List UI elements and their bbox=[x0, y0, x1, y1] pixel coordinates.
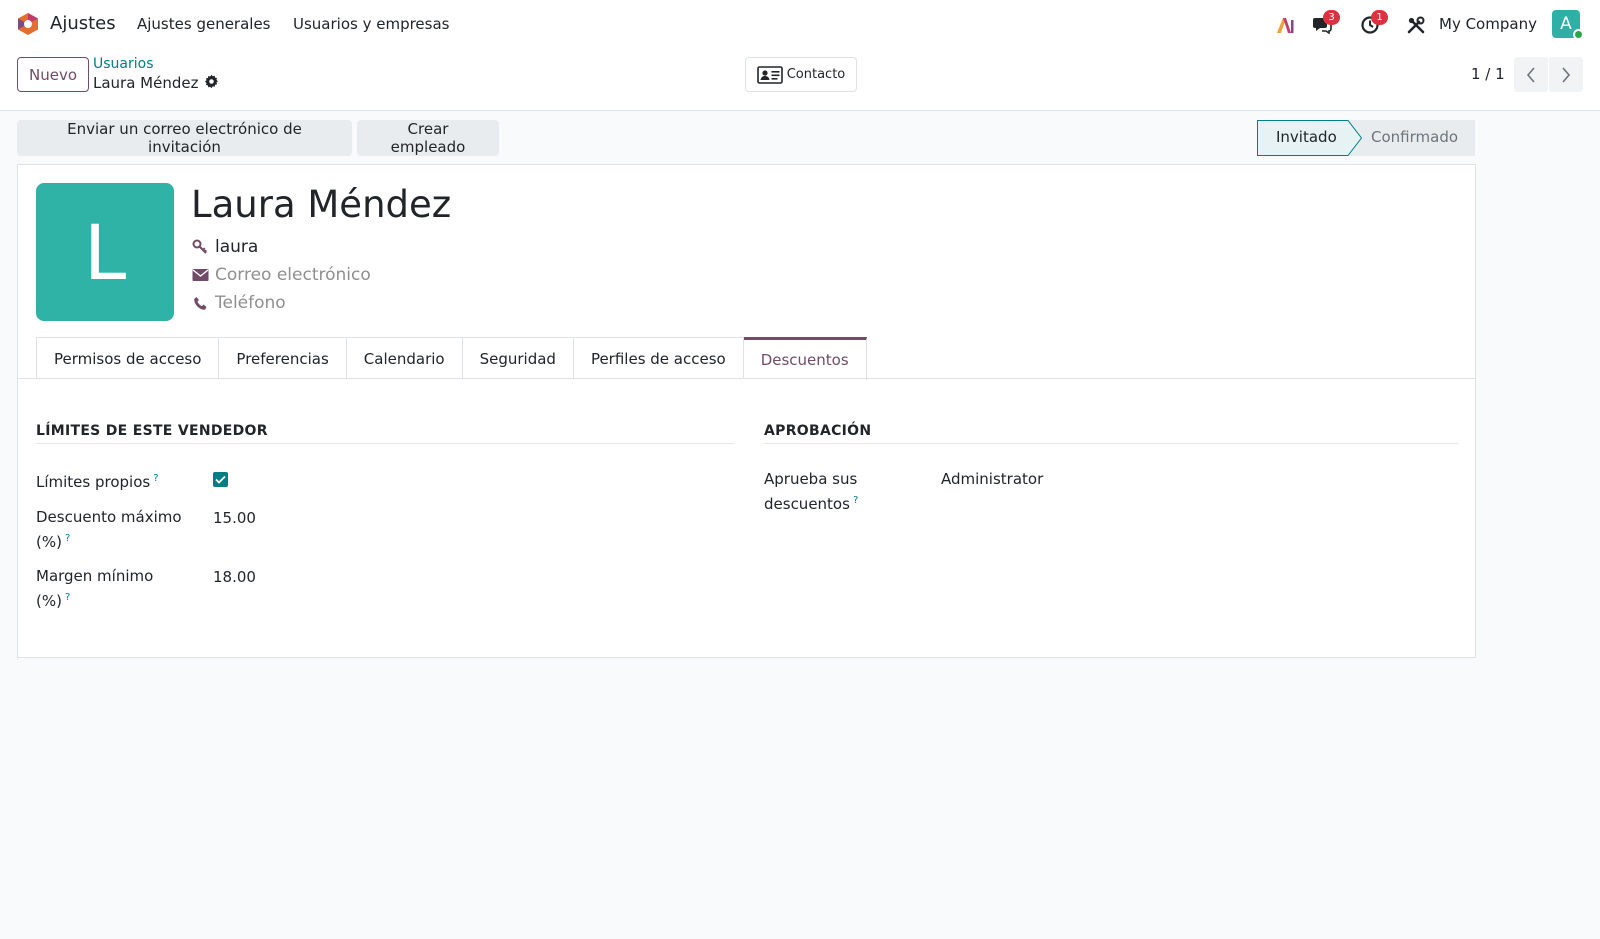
approver-label-line2: descuentos bbox=[764, 495, 850, 513]
login-value: laura bbox=[215, 237, 259, 257]
max-discount-label-line1: Descuento máximo bbox=[36, 508, 182, 526]
approver-help[interactable]: ? bbox=[853, 495, 858, 506]
online-status-dot bbox=[1573, 29, 1584, 40]
debug-tools-icon[interactable] bbox=[1405, 14, 1427, 36]
new-button[interactable]: Nuevo bbox=[17, 57, 89, 92]
stage-confirmado[interactable]: Confirmado bbox=[1371, 128, 1458, 146]
control-panel: Nuevo Usuarios Laura Méndez Contacto 1 /… bbox=[0, 48, 1600, 111]
breadcrumb-current-record: Laura Méndez bbox=[93, 74, 199, 92]
create-employee-button[interactable]: Crear empleado bbox=[357, 120, 499, 156]
limits-section-rule bbox=[36, 443, 734, 444]
ai-assistant-icon[interactable] bbox=[1274, 14, 1296, 36]
notebook-tabs: Permisos de acceso Preferencias Calendar… bbox=[36, 337, 867, 380]
min-margin-help[interactable]: ? bbox=[65, 592, 70, 603]
breadcrumb-usuarios[interactable]: Usuarios bbox=[93, 56, 154, 72]
contact-smart-button[interactable]: Contacto bbox=[745, 57, 857, 92]
own-limits-label: Límites propios? bbox=[36, 468, 159, 493]
phone-placeholder: Teléfono bbox=[215, 293, 286, 313]
top-navbar: Ajustes Ajustes generales Usuarios y emp… bbox=[0, 0, 1600, 48]
tabs-divider bbox=[18, 378, 1475, 379]
envelope-icon bbox=[191, 266, 209, 284]
messages-icon[interactable]: 3 bbox=[1311, 10, 1340, 36]
tab-perfiles-acceso[interactable]: Perfiles de acceso bbox=[573, 337, 744, 379]
approver-label: Aprueba sus descuentos? bbox=[764, 468, 858, 515]
activities-count-badge: 1 bbox=[1371, 10, 1388, 25]
checkmark-icon bbox=[215, 475, 226, 484]
form-sheet: L Laura Méndez laura Correo electrónico … bbox=[17, 164, 1476, 658]
pager-value[interactable]: 1 / 1 bbox=[1471, 65, 1505, 83]
own-limits-label-text: Límites propios bbox=[36, 473, 151, 491]
odoo-app-logo-icon[interactable] bbox=[17, 12, 39, 36]
tab-seguridad[interactable]: Seguridad bbox=[462, 337, 574, 379]
key-icon bbox=[191, 238, 209, 256]
status-stages: Invitado Confirmado bbox=[1257, 120, 1475, 156]
max-discount-value[interactable]: 15.00 bbox=[213, 509, 256, 527]
max-discount-help[interactable]: ? bbox=[65, 533, 70, 544]
app-name[interactable]: Ajustes bbox=[50, 13, 116, 34]
login-field[interactable]: laura bbox=[191, 237, 258, 257]
gear-icon[interactable] bbox=[204, 74, 219, 89]
max-discount-label-line2: (%) bbox=[36, 533, 62, 551]
max-discount-label: Descuento máximo (%)? bbox=[36, 506, 182, 553]
chevron-right-icon bbox=[1562, 66, 1571, 83]
stage-invitado[interactable]: Invitado bbox=[1276, 128, 1337, 146]
approver-label-line1: Aprueba sus bbox=[764, 470, 858, 488]
menu-usuarios-empresas[interactable]: Usuarios y empresas bbox=[293, 15, 449, 33]
email-field[interactable]: Correo electrónico bbox=[191, 265, 371, 285]
limits-section-title: LÍMITES DE ESTE VENDEDOR bbox=[36, 423, 268, 439]
pager-previous-button[interactable] bbox=[1514, 57, 1548, 92]
send-invitation-email-button[interactable]: Enviar un correo electrónico de invitaci… bbox=[17, 120, 352, 156]
own-limits-checkbox[interactable] bbox=[213, 472, 228, 487]
min-margin-label-line1: Margen mínimo bbox=[36, 567, 154, 585]
phone-field[interactable]: Teléfono bbox=[191, 293, 286, 313]
activities-clock-icon[interactable]: 1 bbox=[1359, 10, 1388, 36]
approval-section-rule bbox=[764, 443, 1459, 444]
menu-ajustes-generales[interactable]: Ajustes generales bbox=[137, 15, 271, 33]
tab-permisos-acceso[interactable]: Permisos de acceso bbox=[36, 337, 220, 379]
phone-icon bbox=[191, 294, 209, 312]
min-margin-label-line2: (%) bbox=[36, 592, 62, 610]
messages-count-badge: 3 bbox=[1323, 10, 1340, 25]
user-name-field[interactable]: Laura Méndez bbox=[191, 183, 451, 226]
min-margin-label: Margen mínimo (%)? bbox=[36, 565, 153, 612]
company-switcher[interactable]: My Company bbox=[1439, 15, 1537, 33]
approval-section-title: APROBACIÓN bbox=[764, 423, 872, 439]
email-placeholder: Correo electrónico bbox=[215, 265, 371, 285]
tab-calendario[interactable]: Calendario bbox=[346, 337, 463, 379]
tab-preferencias[interactable]: Preferencias bbox=[219, 337, 347, 379]
tab-descuentos[interactable]: Descuentos bbox=[743, 337, 867, 380]
contact-button-label: Contacto bbox=[786, 67, 846, 82]
user-avatar-large[interactable]: L bbox=[36, 183, 174, 321]
min-margin-value[interactable]: 18.00 bbox=[213, 568, 256, 586]
pager-next-button[interactable] bbox=[1549, 57, 1583, 92]
own-limits-help[interactable]: ? bbox=[153, 473, 158, 484]
approver-value[interactable]: Administrator bbox=[941, 470, 1043, 488]
chevron-left-icon bbox=[1526, 66, 1535, 83]
contact-card-icon bbox=[756, 65, 783, 84]
